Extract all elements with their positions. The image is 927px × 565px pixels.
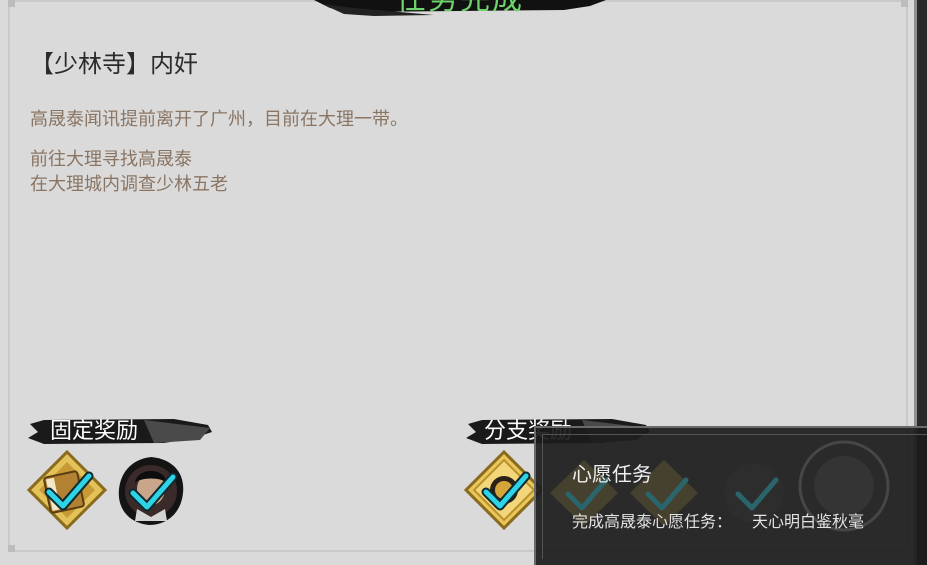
reward-item-manual[interactable] xyxy=(27,450,107,530)
tooltip-value: 天心明白鉴秋毫 xyxy=(752,512,865,531)
character-portrait-icon xyxy=(118,457,184,525)
title-text: 任务完成 xyxy=(330,0,590,20)
tooltip-description: 完成高晟泰心愿任务： 天心明白鉴秋毫 xyxy=(572,508,864,532)
quest-name: 【少林寺】内奸 xyxy=(30,50,198,78)
wish-quest-tooltip: 心愿任务 完成高晟泰心愿任务： 天心明白鉴秋毫 xyxy=(534,426,927,565)
quest-description: 高晟泰闻讯提前离开了广州，目前在大理一带。 xyxy=(30,109,408,130)
manual-book-icon xyxy=(27,450,107,530)
tooltip-title: 心愿任务 xyxy=(572,462,652,486)
frame-corner xyxy=(8,545,15,552)
objective-item: 在大理城内调查少林五老 xyxy=(30,174,228,195)
frame-corner xyxy=(8,0,15,7)
reward-item-gold[interactable] xyxy=(464,450,544,530)
gold-diamond-icon xyxy=(464,450,544,530)
tooltip-label: 完成高晟泰心愿任务： xyxy=(572,512,733,531)
fixed-rewards-label: 固定奖励 xyxy=(24,418,214,446)
frame-corner xyxy=(901,0,908,7)
objective-item: 前往大理寻找高晟泰 xyxy=(30,149,192,170)
fixed-rewards-text: 固定奖励 xyxy=(50,419,139,444)
reward-item-portrait[interactable] xyxy=(115,455,191,531)
objective-list: 前往大理寻找高晟泰 在大理城内调查少林五老 xyxy=(30,147,228,197)
